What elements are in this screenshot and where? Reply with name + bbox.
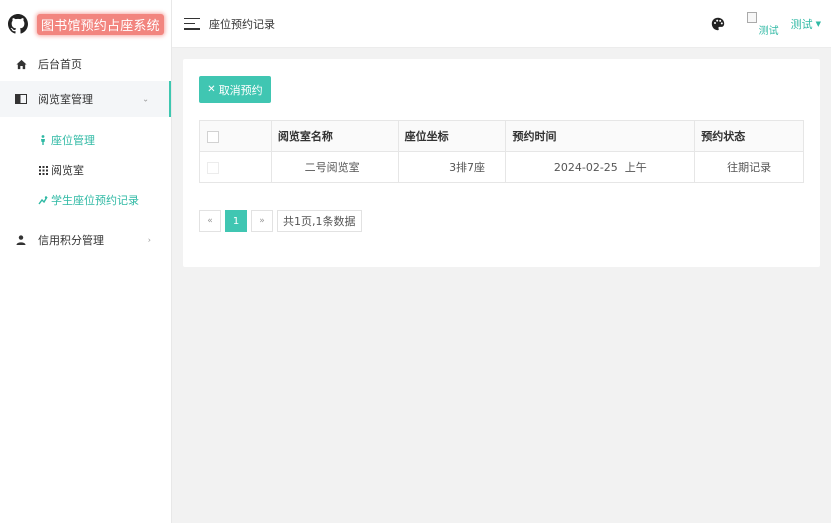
sidebar-subitem-student-reservations[interactable]: 学生座位预约记录 (0, 185, 171, 215)
avatar[interactable]: 测试 (746, 10, 781, 38)
cancel-reservation-label: 取消预约 (218, 83, 263, 97)
grid-icon (38, 165, 48, 175)
sidebar-item-label: 信用积分管理 (38, 234, 104, 247)
github-icon[interactable] (8, 14, 28, 34)
sidebar-subitem-seat-management[interactable]: 座位管理 (0, 125, 171, 155)
content-card: ✕ 取消预约 阅览室名称 座位坐标 预约时间 预约状态 二号阅览室 3排7座 2… (183, 59, 820, 267)
cell-seat: 3排7座 (397, 151, 507, 183)
pagination-summary: 共1页,1条数据 (277, 210, 362, 232)
row-checkbox[interactable] (207, 161, 219, 174)
avatar-alt-text: 测试 (758, 26, 779, 37)
column-header-time: 预约时间 (505, 120, 696, 152)
sidebar: 图书馆预约占座系统 后台首页 阅览室管理 ⌄ 座位管理 阅览室 学生座位预约记录 (0, 0, 172, 523)
page-title: 座位预约记录 (209, 17, 275, 31)
app-title: 图书馆预约占座系统 (37, 13, 164, 35)
sidebar-item-label: 阅览室管理 (38, 93, 93, 106)
page-button-current[interactable]: 1 (225, 210, 247, 232)
prev-page-button[interactable]: « (199, 210, 221, 232)
caret-down-icon: ▼ (815, 20, 821, 28)
close-icon: ✕ (207, 84, 216, 95)
menu-toggle-icon[interactable] (184, 17, 200, 30)
cell-time: 2024-02-25 上午 (505, 151, 696, 183)
cell-status: 往期记录 (694, 151, 804, 183)
chevron-right-icon: › (147, 235, 151, 245)
sidebar-subitem-reading-room[interactable]: 阅览室 (0, 155, 171, 185)
header-right: 测试 测试 ▼ (711, 0, 821, 48)
sidebar-subitem-label: 座位管理 (51, 134, 95, 147)
next-page-button[interactable]: » (251, 210, 273, 232)
table-header-row: 阅览室名称 座位坐标 预约时间 预约状态 (199, 120, 804, 152)
top-header: 座位预约记录 测试 测试 ▼ (172, 0, 831, 48)
column-header-room: 阅览室名称 (270, 120, 399, 152)
cancel-reservation-button[interactable]: ✕ 取消预约 (199, 76, 271, 103)
sidebar-item-reading-room-management[interactable]: 阅览室管理 ⌄ (0, 81, 171, 117)
column-header-status: 预约状态 (694, 120, 804, 152)
book-icon (14, 92, 28, 106)
user-name: 测试 (790, 18, 813, 31)
column-header-seat: 座位坐标 (397, 120, 507, 152)
sidebar-subitem-label: 阅览室 (51, 164, 84, 177)
row-select-cell (199, 151, 272, 183)
sidebar-subitem-label: 学生座位预约记录 (51, 194, 139, 207)
user-menu[interactable]: 测试 ▼ (791, 16, 821, 32)
chevron-down-icon: ⌄ (142, 94, 149, 104)
reservation-icon (38, 195, 48, 205)
user-icon (14, 233, 28, 247)
select-all-cell (199, 120, 272, 152)
reservation-table: 阅览室名称 座位坐标 预约时间 预约状态 二号阅览室 3排7座 2024-02-… (199, 120, 804, 183)
pagination: « 1 » 共1页,1条数据 (199, 210, 366, 232)
broken-image-icon (746, 12, 757, 23)
sidebar-item-home[interactable]: 后台首页 (0, 47, 171, 81)
brand: 图书馆预约占座系统 (0, 0, 171, 48)
palette-icon[interactable] (711, 17, 725, 31)
cell-room: 二号阅览室 (270, 151, 399, 183)
sidebar-item-credit-management[interactable]: 信用积分管理 › (0, 223, 171, 257)
select-all-checkbox[interactable] (207, 130, 219, 143)
table-row[interactable]: 二号阅览室 3排7座 2024-02-25 上午 往期记录 (199, 151, 804, 183)
sidebar-item-label: 后台首页 (38, 58, 82, 71)
seat-icon (38, 135, 48, 145)
home-icon (14, 57, 28, 71)
